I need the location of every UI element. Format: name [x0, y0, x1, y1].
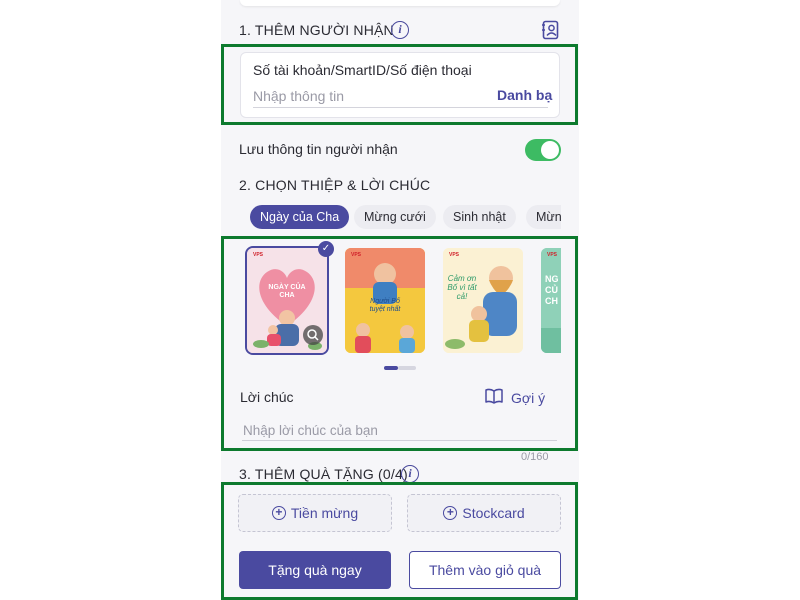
recipient-input[interactable]: [253, 88, 489, 104]
gift-now-button[interactable]: Tặng quà ngay: [239, 551, 391, 589]
card-fathers-day-3[interactable]: VPS Cảm ơn Bố vì tất cả!: [443, 248, 523, 353]
card-fathers-day-2[interactable]: VPS Người Bố tuyệt nhất: [345, 248, 425, 353]
wish-character-counter: 0/160: [521, 451, 549, 463]
card-fathers-day-4[interactable]: VPS NG CỦ CH: [541, 248, 561, 353]
category-chip-birthday[interactable]: Sinh nhật: [443, 205, 516, 229]
save-recipient-label: Lưu thông tin người nhận: [239, 141, 398, 157]
recipient-field-label: Số tài khoản/SmartID/Số điện thoại: [253, 62, 472, 78]
wish-input[interactable]: [243, 423, 553, 438]
contact-book-icon[interactable]: [541, 20, 561, 40]
card-text: NGÀY CỦA CHA: [268, 284, 306, 299]
suggest-button[interactable]: Gợi ý: [485, 388, 545, 407]
wish-label: Lời chúc: [240, 389, 294, 405]
add-stockcard-button[interactable]: + Stockcard: [407, 494, 561, 532]
section-title-gift: 3. THÊM QUÀ TẶNG (0/4): [239, 466, 408, 482]
cash-gift-label: Tiền mừng: [290, 505, 359, 521]
carousel-indicator-track: [398, 366, 416, 370]
wish-input-underline: [242, 440, 557, 441]
stockcard-label: Stockcard: [462, 505, 525, 521]
add-to-basket-button[interactable]: Thêm vào giỏ quà: [409, 551, 561, 589]
add-cash-gift-button[interactable]: + Tiền mừng: [238, 494, 392, 532]
category-chip-clip: Mừn: [526, 205, 561, 229]
save-recipient-toggle[interactable]: [525, 139, 561, 161]
plus-circle-icon: +: [271, 506, 286, 520]
carousel-indicator-active: [384, 366, 398, 370]
card-carousel: VPS NGÀY CỦA CHA VPS Người Bố tuyệt nhất: [240, 240, 561, 360]
category-chip-fathers-day[interactable]: Ngày của Cha: [250, 205, 350, 229]
category-chip-partial[interactable]: Mừn: [526, 205, 561, 229]
card-brand-label: VPS: [351, 252, 362, 258]
plus-circle-icon: +: [443, 506, 458, 520]
selected-check-icon: ✓: [318, 241, 334, 257]
suggest-label: Gợi ý: [511, 389, 546, 406]
info-icon-gift[interactable]: i: [401, 465, 419, 483]
zoom-icon[interactable]: [303, 325, 323, 345]
card-brand-label: VPS: [253, 252, 264, 258]
section-title-card: 2. CHỌN THIỆP & LỜI CHÚC: [239, 177, 431, 193]
contacts-button[interactable]: Danh bạ: [497, 87, 552, 103]
book-open-icon: [485, 388, 503, 407]
section-title-recipient: 1. THÊM NGƯỜI NHẬN: [239, 22, 394, 38]
toggle-knob: [541, 141, 559, 159]
card-text: Cảm ơn Bố vì tất cả!: [447, 274, 477, 301]
card-brand-label: VPS: [547, 252, 558, 258]
category-chip-wedding[interactable]: Mừng cưới: [354, 205, 436, 229]
recipient-input-underline: [253, 107, 548, 108]
info-icon[interactable]: i: [391, 21, 409, 39]
card-brand-label: VPS: [449, 252, 460, 258]
card-text: NG CỦ CH: [545, 274, 559, 306]
top-card-edge: [240, 0, 560, 6]
card-text: Người Bố tuyệt nhất: [369, 298, 401, 313]
